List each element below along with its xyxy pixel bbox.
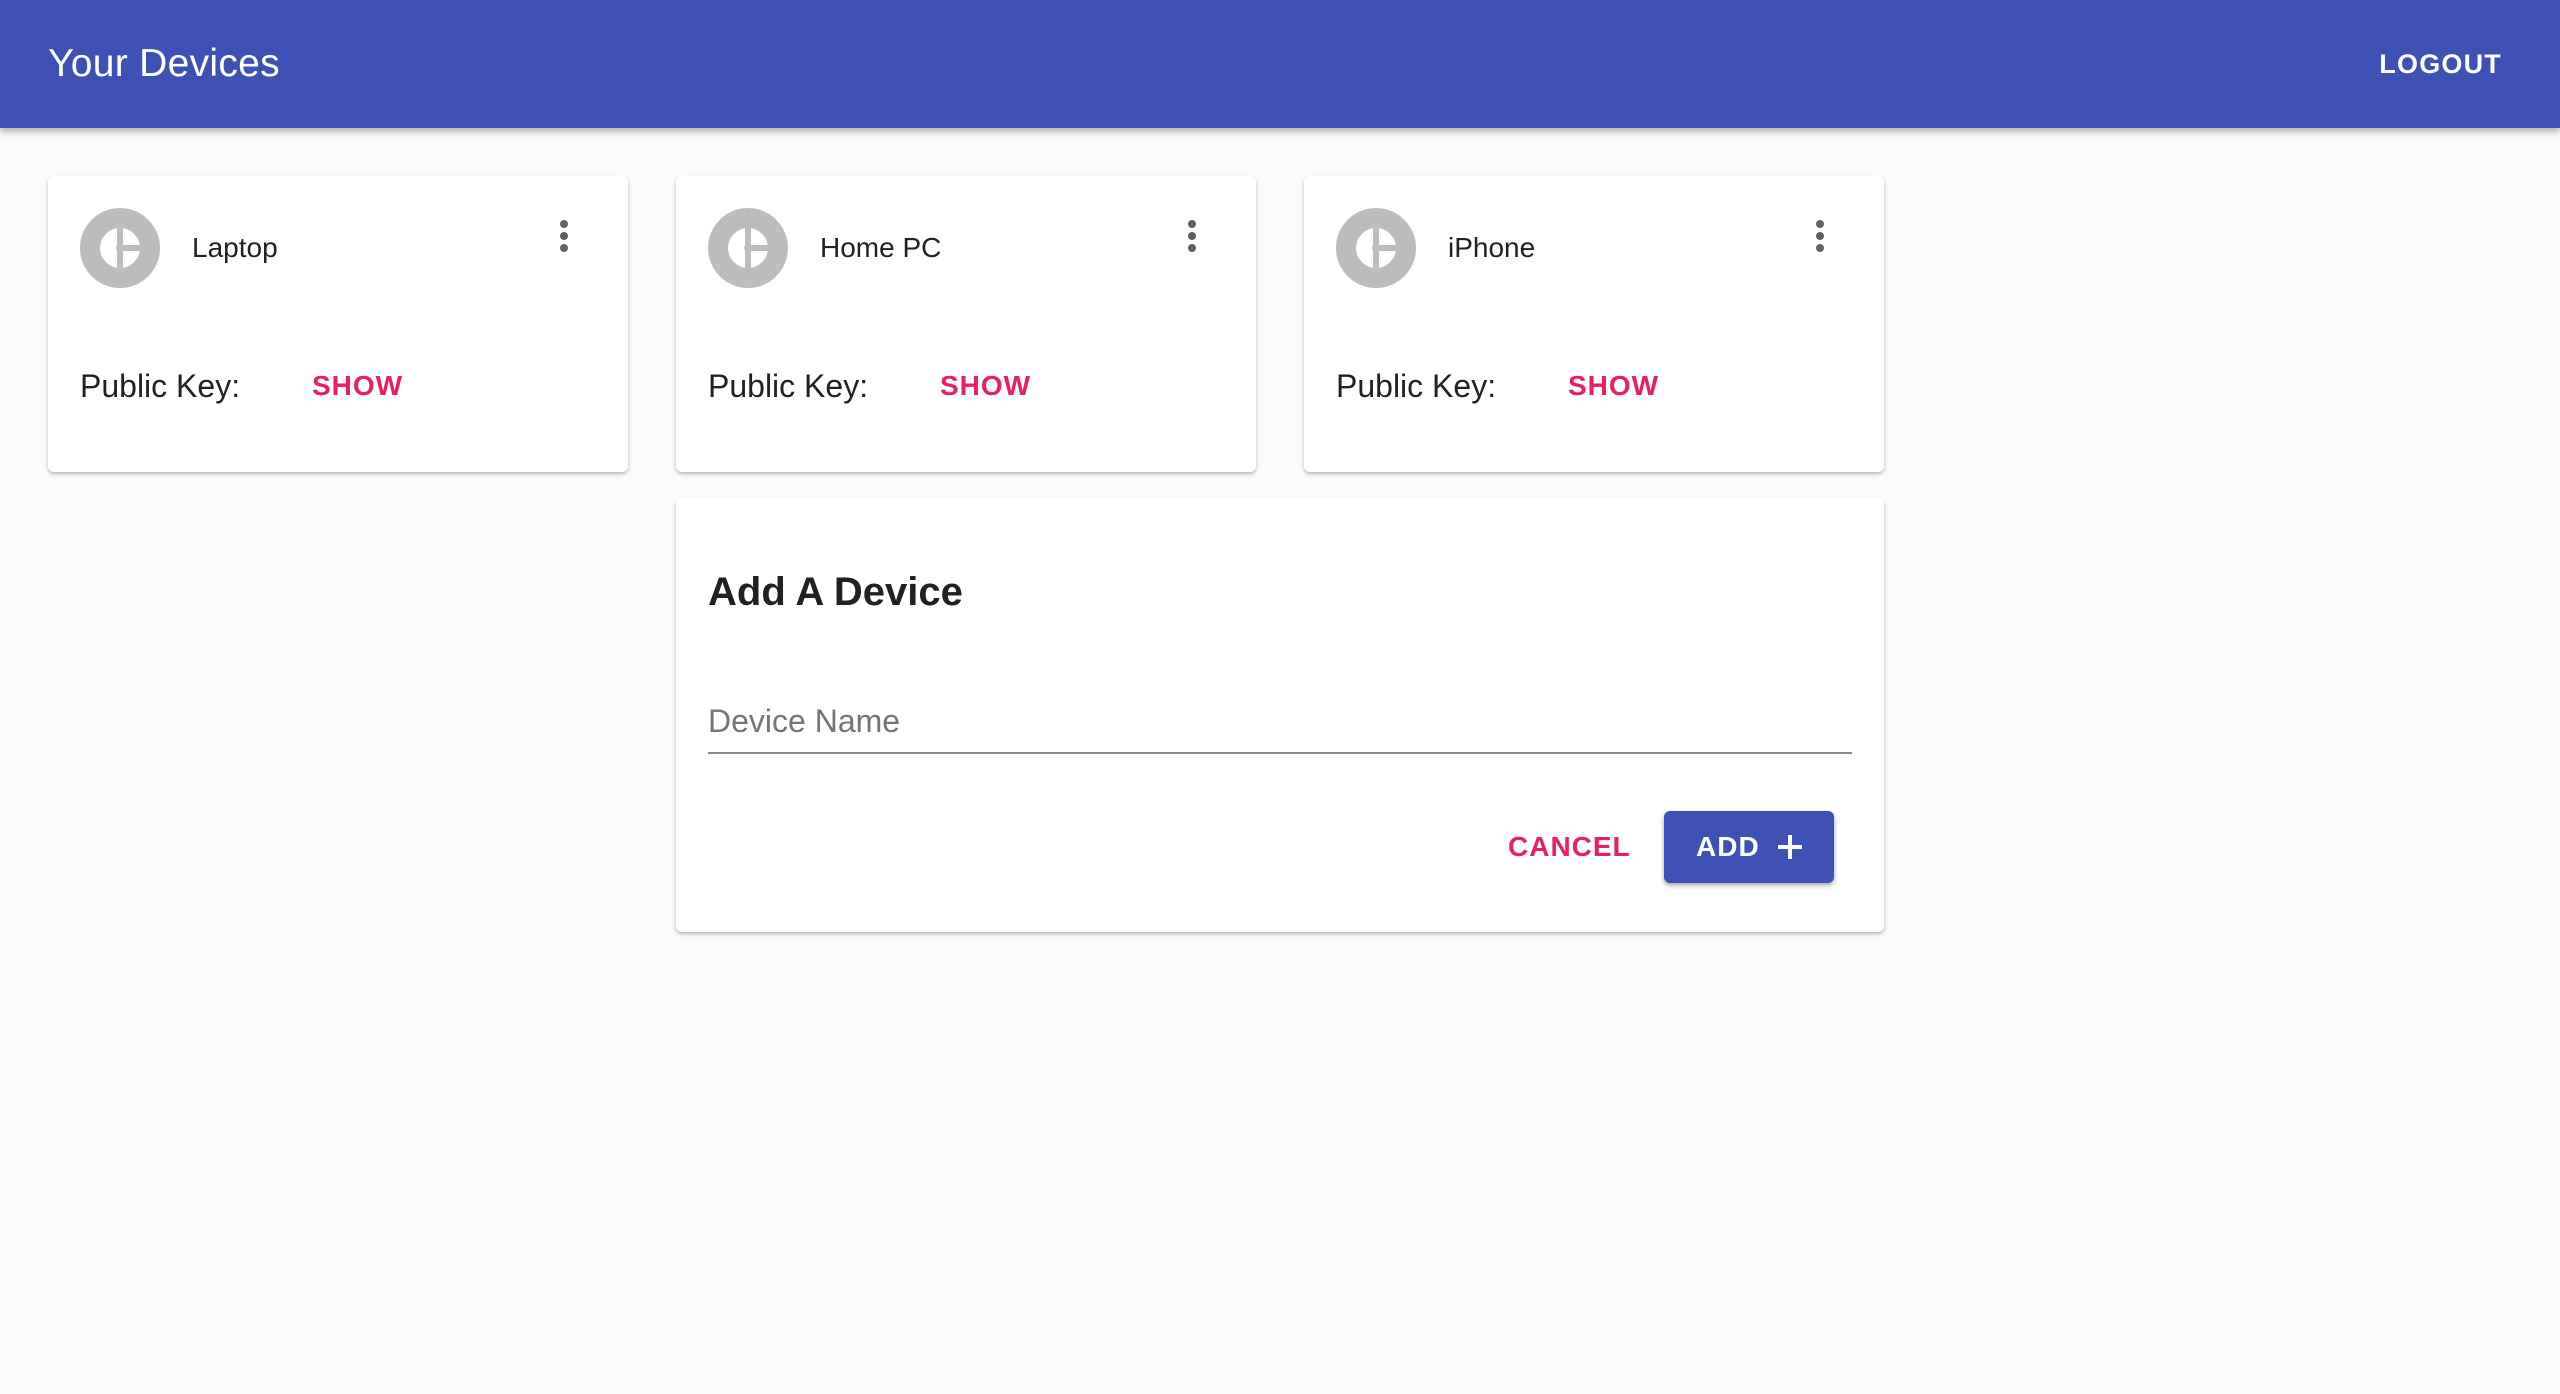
- show-key-button[interactable]: SHOW: [296, 360, 419, 412]
- device-name: Home PC: [820, 232, 942, 263]
- show-key-button[interactable]: SHOW: [1552, 360, 1675, 412]
- add-device-card: Add A Device CANCEL ADD: [676, 498, 1884, 932]
- show-key-button[interactable]: SHOW: [924, 360, 1047, 412]
- device-name: Laptop: [192, 232, 278, 263]
- device-icon: [728, 228, 768, 268]
- add-button-label: ADD: [1696, 831, 1760, 862]
- device-card: Laptop Public Key: SHOW: [48, 176, 628, 472]
- device-avatar: [80, 208, 160, 288]
- more-vert-icon: [1188, 220, 1196, 252]
- logout-button[interactable]: LOGOUT: [2361, 32, 2520, 96]
- device-name-input[interactable]: [708, 690, 1852, 754]
- device-name: iPhone: [1448, 232, 1536, 263]
- device-icon: [1356, 228, 1396, 268]
- add-device-title: Add A Device: [708, 570, 963, 614]
- device-menu-button[interactable]: [1160, 204, 1224, 268]
- device-icon: [100, 228, 140, 268]
- device-card: Home PC Public Key: SHOW: [676, 176, 1256, 472]
- more-vert-icon: [560, 220, 568, 252]
- device-menu-button[interactable]: [532, 204, 596, 268]
- public-key-label: Public Key:: [708, 368, 869, 404]
- public-key-label: Public Key:: [1336, 368, 1497, 404]
- device-menu-button[interactable]: [1788, 204, 1852, 268]
- plus-icon: [1778, 835, 1802, 859]
- add-button[interactable]: ADD: [1664, 811, 1834, 883]
- page-title: Your Devices: [48, 42, 280, 85]
- device-card: iPhone Public Key: SHOW: [1304, 176, 1884, 472]
- device-avatar: [708, 208, 788, 288]
- app-bar: Your Devices LOGOUT: [0, 0, 2560, 128]
- public-key-label: Public Key:: [80, 368, 241, 404]
- cancel-button[interactable]: CANCEL: [1488, 811, 1651, 883]
- device-avatar: [1336, 208, 1416, 288]
- more-vert-icon: [1816, 220, 1824, 252]
